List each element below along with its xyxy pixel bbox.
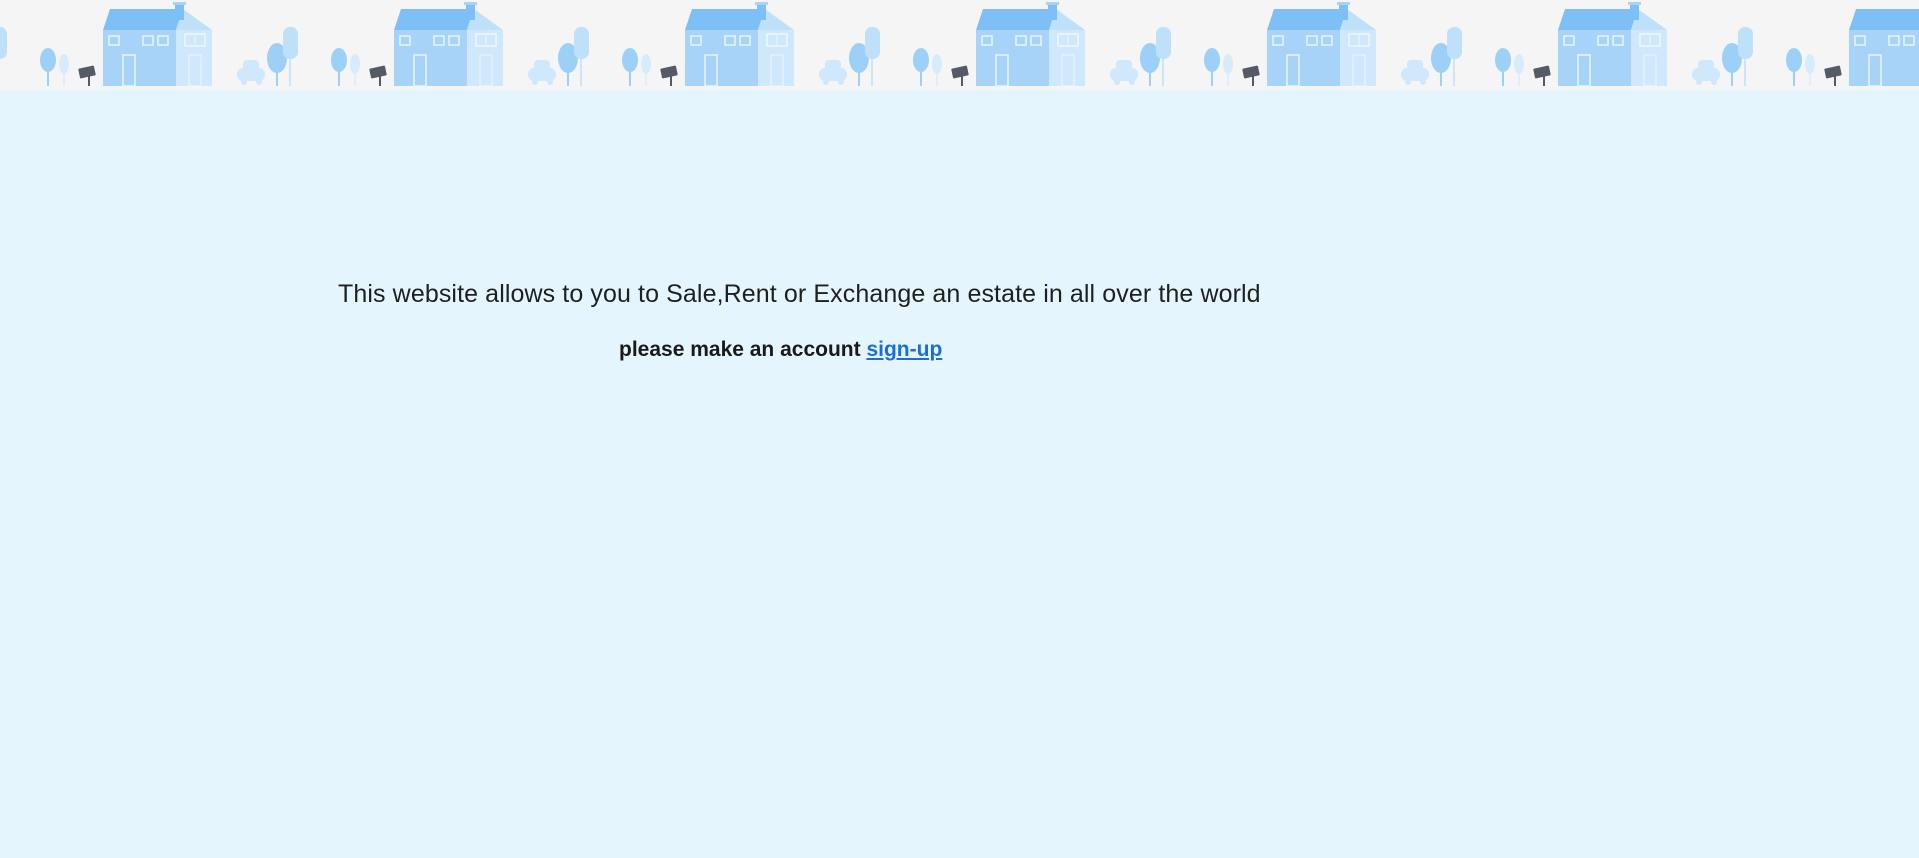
signup-prompt-text: please make an account xyxy=(619,338,861,361)
house-row-illustration-icon xyxy=(0,0,1919,87)
header-banner xyxy=(0,0,1919,90)
main-content: This website allows to you to Sale,Rent … xyxy=(0,90,1919,858)
intro-text: This website allows to you to Sale,Rent … xyxy=(338,280,1261,308)
signup-link[interactable]: sign-up xyxy=(866,338,942,361)
signup-prompt: please make an account sign-up xyxy=(619,338,942,362)
